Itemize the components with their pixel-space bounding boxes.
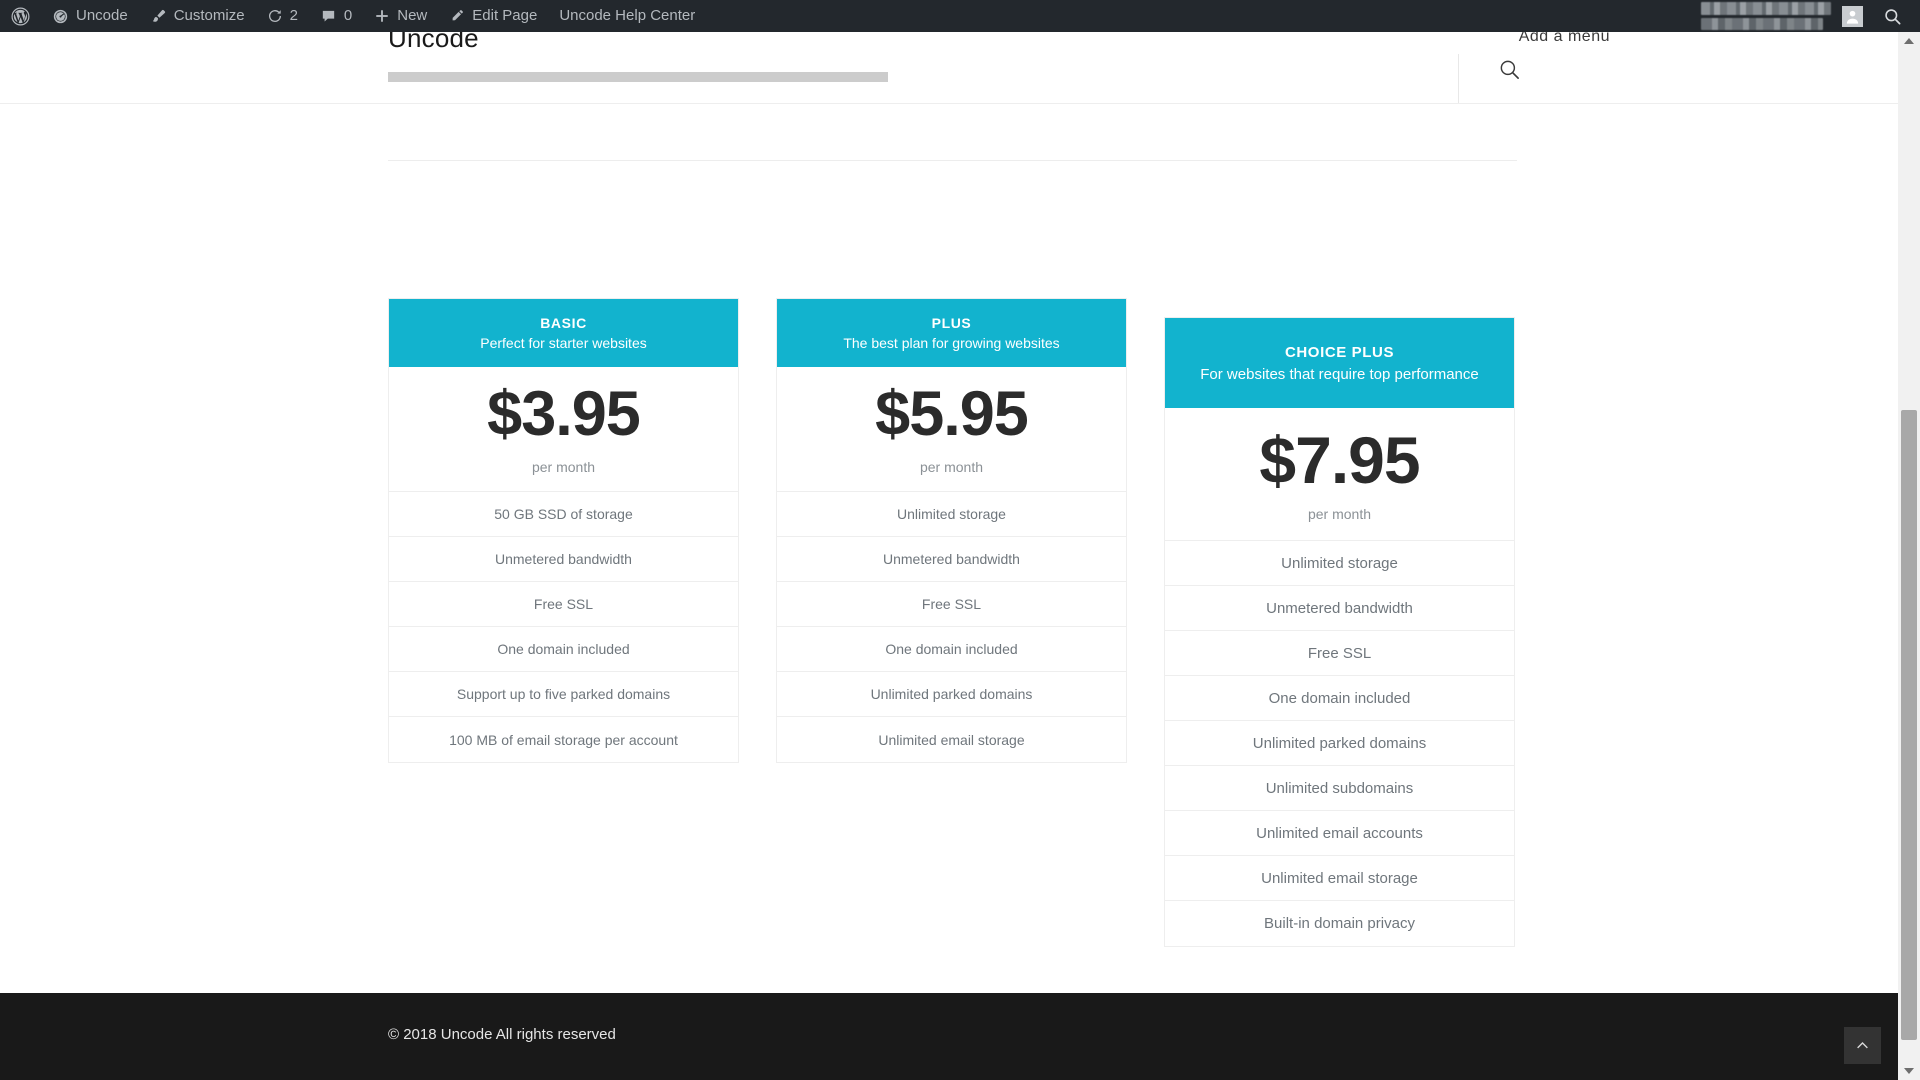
list-item: Unlimited storage xyxy=(777,492,1126,537)
list-item: One domain included xyxy=(777,627,1126,672)
section-divider xyxy=(388,160,1517,161)
list-item: Unmetered bandwidth xyxy=(389,537,738,582)
header-bottom-border xyxy=(0,103,1898,104)
wp-admin-bar: Uncode Customize 2 0 New Edit Page Uncod… xyxy=(0,0,1920,32)
username-redacted-line-2 xyxy=(1701,18,1823,30)
list-item: Support up to five parked domains xyxy=(389,672,738,717)
plan-price: $7.95 xyxy=(1259,422,1420,497)
plan-price-period: per month xyxy=(531,459,596,475)
wordpress-logo-icon xyxy=(11,7,30,26)
search-icon xyxy=(1883,7,1902,26)
comment-bubble-icon xyxy=(320,8,337,25)
admin-bar-new-content[interactable]: New xyxy=(363,0,438,32)
updates-refresh-icon xyxy=(267,8,283,24)
plan-title: BASIC xyxy=(540,315,587,331)
site-header: Uncode Add a menu xyxy=(0,23,1898,104)
plan-price-period: per month xyxy=(919,459,984,475)
pricing-card-basic[interactable]: BASIC Perfect for starter websites $3.95… xyxy=(388,298,739,763)
list-item: Built-in domain privacy xyxy=(1264,915,1415,932)
avatar[interactable] xyxy=(1842,5,1863,27)
list-item: Free SSL xyxy=(389,582,738,627)
list-item: Unlimited parked domains xyxy=(777,672,1126,717)
list-item: Unmetered bandwidth xyxy=(1165,586,1514,631)
admin-bar-comments[interactable]: 0 xyxy=(309,0,363,32)
admin-bar-username-redacted[interactable] xyxy=(1701,0,1836,32)
user-avatar-icon xyxy=(1844,8,1861,25)
list-item: Free SSL xyxy=(1165,631,1514,676)
plan-price: $5.95 xyxy=(875,379,1029,449)
pricing-card-header: PLUS The best plan for growing websites xyxy=(777,299,1126,367)
admin-bar-account-area xyxy=(1701,0,1920,32)
admin-bar-comments-count: 0 xyxy=(343,7,353,24)
admin-bar-help-center[interactable]: Uncode Help Center xyxy=(548,0,706,32)
plan-price-period: per month xyxy=(1307,505,1372,522)
chevron-up-icon xyxy=(1855,1038,1870,1053)
search-icon xyxy=(1498,58,1521,81)
content-placeholder-bar xyxy=(388,72,888,82)
plan-price-block: $3.95 per month xyxy=(389,367,738,492)
pricing-card-choice-plus[interactable]: CHOICE PLUS For websites that require to… xyxy=(1164,317,1515,947)
list-item: Unlimited parked domains xyxy=(1165,721,1514,766)
list-item: 100 MB of email storage per account xyxy=(449,731,678,748)
admin-bar-customize-label: Customize xyxy=(173,7,245,24)
list-item: One domain included xyxy=(1165,676,1514,721)
admin-bar-site-name[interactable]: Uncode xyxy=(41,0,139,32)
plus-icon xyxy=(374,8,390,24)
plan-price-block: $5.95 per month xyxy=(777,367,1126,492)
dashboard-speedometer-icon xyxy=(52,8,69,25)
list-item: Unmetered bandwidth xyxy=(777,537,1126,582)
list-item: Unlimited email accounts xyxy=(1165,811,1514,856)
paintbrush-icon xyxy=(150,8,167,25)
pricing-card-header: BASIC Perfect for starter websites xyxy=(389,299,738,367)
list-item: One domain included xyxy=(389,627,738,672)
plan-subtitle: For websites that require top performanc… xyxy=(1200,365,1479,383)
admin-bar-site-name-label: Uncode xyxy=(76,7,128,24)
header-divider xyxy=(1458,54,1459,104)
back-to-top-button[interactable] xyxy=(1844,1027,1881,1064)
admin-bar-updates[interactable]: 2 xyxy=(256,0,309,32)
scrollbar-up-arrow[interactable] xyxy=(1898,32,1920,50)
plan-subtitle: The best plan for growing websites xyxy=(843,335,1060,351)
header-search-button[interactable] xyxy=(1495,55,1523,83)
plan-title: CHOICE PLUS xyxy=(1284,343,1395,361)
admin-bar-edit-page[interactable]: Edit Page xyxy=(438,0,548,32)
list-item: 50 GB SSD of storage xyxy=(389,492,738,537)
admin-bar-search-button[interactable] xyxy=(1877,0,1920,32)
list-item: Unlimited subdomains xyxy=(1165,766,1514,811)
plan-title: PLUS xyxy=(931,315,972,331)
plan-price: $3.95 xyxy=(487,379,641,449)
triangle-up-icon xyxy=(1904,38,1914,44)
admin-bar-help-center-label: Uncode Help Center xyxy=(559,7,696,24)
list-item: Unlimited storage xyxy=(1165,541,1514,586)
admin-bar-edit-page-label: Edit Page xyxy=(472,7,538,24)
browser-scrollbar[interactable] xyxy=(1898,32,1920,1080)
admin-bar-new-label: New xyxy=(397,7,428,24)
admin-bar-customize[interactable]: Customize xyxy=(139,0,256,32)
plan-subtitle: Perfect for starter websites xyxy=(480,335,647,351)
site-footer: © 2018 Uncode All rights reserved xyxy=(0,993,1898,1080)
pencil-edit-icon xyxy=(449,8,465,24)
scrollbar-down-arrow[interactable] xyxy=(1898,1062,1920,1080)
list-item: Free SSL xyxy=(777,582,1126,627)
pricing-card-plus[interactable]: PLUS The best plan for growing websites … xyxy=(776,298,1127,763)
username-redacted-line-1 xyxy=(1701,2,1831,15)
plan-price-block: $7.95 per month xyxy=(1165,408,1514,541)
pricing-section: BASIC Perfect for starter websites $3.95… xyxy=(0,180,1898,970)
list-item: Unlimited email storage xyxy=(878,731,1025,748)
admin-bar-wordpress-logo[interactable] xyxy=(0,0,41,32)
footer-copyright: © 2018 Uncode All rights reserved xyxy=(388,1026,616,1043)
scrollbar-thumb[interactable] xyxy=(1901,410,1917,1040)
triangle-down-icon xyxy=(1904,1068,1914,1074)
list-item: Unlimited email storage xyxy=(1165,856,1514,901)
pricing-card-header: CHOICE PLUS For websites that require to… xyxy=(1165,318,1514,408)
admin-bar-updates-count: 2 xyxy=(289,7,298,24)
